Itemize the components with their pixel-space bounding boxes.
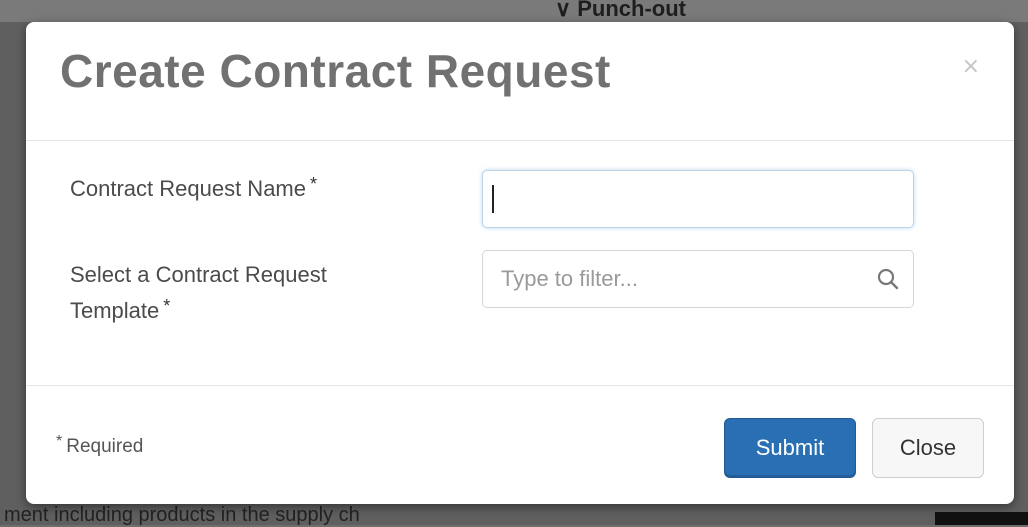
required-note-text: Required xyxy=(66,436,144,457)
template-select-label: Select a Contract Request Template * xyxy=(70,257,400,330)
background-punchout-link: ∨ Punch-out xyxy=(555,0,686,21)
dialog-footer: * Required Submit Close xyxy=(26,385,1014,504)
dialog-title: Create Contract Request xyxy=(60,45,611,97)
background-body-text: ment including products in the supply ch xyxy=(4,504,360,526)
required-star-icon: * xyxy=(56,433,63,450)
template-filter-input[interactable] xyxy=(483,251,863,307)
template-select-label-text: Select a Contract Request Template xyxy=(70,262,327,323)
contract-request-name-input[interactable] xyxy=(482,170,914,228)
required-note: * Required xyxy=(56,433,144,458)
required-star-icon: * xyxy=(163,296,171,316)
create-contract-request-dialog: Create Contract Request × Contract Reque… xyxy=(26,22,1014,504)
contract-request-name-label: Contract Request Name * xyxy=(70,171,317,208)
text-cursor xyxy=(492,185,494,213)
dialog-header: Create Contract Request × xyxy=(26,22,1014,141)
background-dark-block xyxy=(935,512,1028,525)
contract-request-name-label-text: Contract Request Name xyxy=(70,176,306,201)
background-strip xyxy=(0,0,1028,22)
search-icon[interactable] xyxy=(875,266,901,292)
close-button[interactable]: Close xyxy=(872,418,984,478)
submit-button[interactable]: Submit xyxy=(724,418,856,478)
required-star-icon: * xyxy=(310,174,318,194)
close-icon[interactable]: × xyxy=(962,56,980,78)
dialog-body: Contract Request Name * Select a Contract… xyxy=(26,141,1014,386)
template-filter-field[interactable] xyxy=(482,250,914,308)
